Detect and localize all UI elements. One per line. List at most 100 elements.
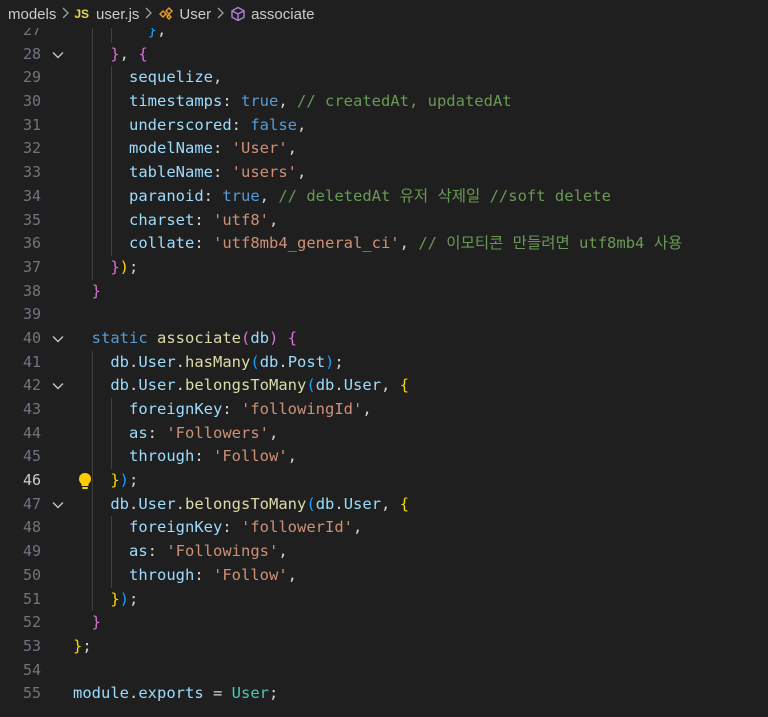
- fold-chevron-down-icon[interactable]: [50, 327, 66, 351]
- line-number: 50: [22, 565, 41, 584]
- code-line[interactable]: 30 timestamps: true, // createdAt, updat…: [0, 90, 768, 114]
- code-text: foreignKey: 'followerId',: [73, 516, 362, 540]
- code-line[interactable]: 32 modelName: 'User',: [0, 137, 768, 162]
- code-line[interactable]: 53};: [0, 635, 768, 659]
- code-line[interactable]: 45 through: 'Follow',: [0, 445, 768, 470]
- code-line[interactable]: 28 }, {: [0, 42, 768, 67]
- code-token: sequelize: [129, 68, 213, 87]
- fold-chevron-down-icon[interactable]: [50, 493, 66, 517]
- code-token: ,: [278, 542, 288, 561]
- code-token: }: [110, 471, 120, 490]
- breadcrumb-item-method[interactable]: associate: [229, 6, 314, 23]
- code-editor[interactable]: 27 }, 28 }, {29 sequelize, 30 timestamps: …: [0, 28, 768, 717]
- code-token: ,: [399, 234, 419, 253]
- code-line[interactable]: 49 as: 'Followings',: [0, 540, 768, 564]
- code-text: });: [73, 588, 138, 612]
- breadcrumb: models JS user.js User associate: [0, 0, 768, 28]
- code-line[interactable]: 37 });: [0, 255, 768, 280]
- line-number: 31: [22, 115, 41, 134]
- code-line[interactable]: 34 paranoid: true, // deletedAt 유저 삭제일 /…: [0, 184, 768, 209]
- code-line[interactable]: 41 db.User.hasMany(db.Post);: [0, 350, 768, 375]
- code-line[interactable]: 50 through: 'Follow',: [0, 563, 768, 588]
- fold-chevron-down-icon[interactable]: [50, 43, 66, 67]
- code-token: (: [306, 376, 316, 395]
- line-number: 54: [22, 660, 41, 679]
- code-line[interactable]: 42 db.User.belongsToMany(db.User, {: [0, 374, 768, 398]
- code-token: .: [129, 376, 139, 395]
- line-number: 43: [22, 400, 41, 418]
- code-token: .: [129, 494, 139, 513]
- code-text: });: [73, 256, 138, 280]
- fold-chevron-down-icon[interactable]: [50, 374, 66, 398]
- code-text: charset: 'utf8',: [73, 209, 278, 233]
- code-text: db.User.belongsToMany(db.User, {: [73, 493, 409, 517]
- code-token: db: [110, 352, 129, 371]
- chevron-right-icon: [61, 6, 70, 22]
- code-line[interactable]: 27 },: [0, 28, 768, 43]
- line-number: 33: [22, 163, 41, 182]
- code-line[interactable]: 38 }: [0, 280, 768, 304]
- code-token: underscored: [129, 115, 232, 134]
- code-line[interactable]: 35 charset: 'utf8',: [0, 208, 768, 233]
- code-text: static associate(db) {: [73, 327, 297, 351]
- code-text: timestamps: true, // createdAt, updatedA…: [73, 90, 512, 114]
- code-token: foreignKey: [129, 400, 223, 418]
- code-line[interactable]: 44 as: 'Followers',: [0, 421, 768, 446]
- code-line[interactable]: 33 tableName: 'users',: [0, 161, 768, 185]
- code-token: db: [315, 494, 335, 513]
- code-line[interactable]: 40 static associate(db) {: [0, 327, 768, 351]
- code-text: module.exports = User;: [73, 682, 278, 706]
- code-token: db: [250, 328, 270, 347]
- line-number: 51: [22, 589, 41, 608]
- code-token: // 이모티콘 만들려면 utf8mb4 사용: [418, 234, 683, 253]
- code-line[interactable]: 29 sequelize,: [0, 66, 768, 91]
- code-token: {: [399, 376, 410, 395]
- js-icon: JS: [74, 7, 90, 21]
- breadcrumb-item-folder[interactable]: models: [8, 6, 56, 23]
- code-line[interactable]: 54: [0, 659, 768, 683]
- code-line[interactable]: 36 collate: 'utf8mb4_general_ci', // 이모티…: [0, 232, 768, 256]
- code-token: User: [343, 494, 382, 513]
- line-number: 39: [22, 305, 41, 324]
- breadcrumb-item-class[interactable]: User: [157, 6, 211, 23]
- breadcrumb-label: User: [179, 5, 212, 23]
- breadcrumb-item-file[interactable]: JS user.js: [74, 6, 139, 23]
- code-line[interactable]: 47 db.User.belongsToMany(db.User, {: [0, 492, 768, 517]
- code-token: ,: [119, 44, 139, 63]
- code-token: ,: [287, 565, 297, 584]
- code-text: }, {: [73, 43, 147, 67]
- line-number: 30: [22, 92, 41, 111]
- code-token: (: [241, 328, 251, 347]
- code-line[interactable]: 39: [0, 303, 768, 327]
- code-line[interactable]: 43 foreignKey: 'followingId',: [0, 398, 768, 422]
- code-token: // createdAt, updatedAt: [297, 92, 512, 111]
- line-number: 38: [22, 281, 41, 300]
- code-token: .: [278, 352, 288, 371]
- code-line[interactable]: 52 }: [0, 611, 768, 635]
- code-token: false: [250, 115, 297, 134]
- code-line[interactable]: 51 });: [0, 587, 768, 612]
- code-line[interactable]: 31 underscored: false,: [0, 113, 768, 138]
- code-text: },: [73, 28, 167, 43]
- code-token: collate: [129, 234, 195, 253]
- code-token: db: [315, 376, 335, 395]
- code-token: ,: [287, 139, 298, 158]
- code-line[interactable]: 48 foreignKey: 'followerId',: [0, 516, 768, 541]
- code-token: }: [91, 281, 102, 300]
- code-line[interactable]: 46 });: [0, 469, 768, 493]
- code-line[interactable]: 55 module.exports = User;: [0, 682, 768, 706]
- code-token: }: [110, 589, 120, 608]
- code-token: .: [129, 684, 139, 703]
- code-text: });: [73, 469, 138, 493]
- code-token: :: [194, 234, 213, 253]
